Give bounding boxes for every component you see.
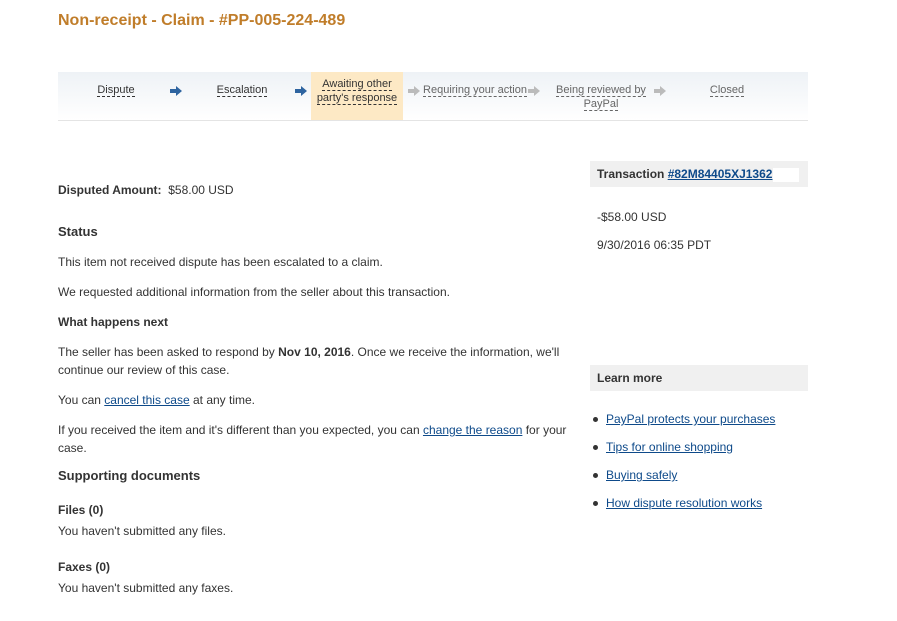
files-text: You haven't submitted any files.	[58, 524, 226, 538]
bullet-icon	[593, 473, 598, 479]
step-label: Being reviewed by PayPal	[556, 84, 646, 111]
bullet-icon	[593, 417, 598, 423]
step-label: Dispute	[97, 84, 135, 97]
learn-more-link[interactable]: Tips for online shopping	[606, 440, 733, 454]
next-pre: The seller has been asked to respond by	[58, 345, 279, 359]
bullet-icon	[593, 501, 598, 507]
faxes-text: You haven't submitted any faxes.	[58, 581, 234, 595]
what-happens-next-heading: What happens next	[58, 315, 169, 329]
transaction-header: Transaction #82M84405XJ1362	[590, 161, 808, 187]
disputed-amount-value: $58.00 USD	[168, 183, 234, 197]
arrow-right-icon	[528, 86, 540, 96]
learn-more-link[interactable]: Buying safely	[606, 468, 677, 482]
step-closed[interactable]: Closed	[698, 72, 756, 120]
faxes-label: Faxes (0)	[58, 560, 111, 574]
step-dispute[interactable]: Dispute	[76, 72, 156, 120]
transaction-label: Transaction	[597, 167, 668, 181]
transaction-amount: -$58.00 USD	[597, 210, 667, 224]
redacted-area	[773, 167, 800, 182]
step-awaiting-response[interactable]: Awaiting other party's response	[311, 72, 403, 120]
list-item: Tips for online shopping	[593, 438, 775, 466]
transaction-datetime: 9/30/2016 06:35 PDT	[597, 238, 712, 252]
step-escalation[interactable]: Escalation	[198, 72, 286, 120]
arrow-right-icon	[295, 86, 307, 96]
arrow-right-icon	[654, 86, 666, 96]
change-reason-text: If you received the item and it's differ…	[58, 421, 578, 457]
status-heading: Status	[58, 224, 98, 239]
change-reason-link[interactable]: change the reason	[423, 423, 522, 437]
arrow-right-icon	[408, 86, 420, 96]
learn-more-heading: Learn more	[597, 371, 663, 385]
response-deadline: Nov 10, 2016	[278, 345, 351, 359]
status-line-2: We requested additional information from…	[58, 285, 450, 299]
cancel-case-link[interactable]: cancel this case	[104, 393, 189, 407]
step-requiring-action[interactable]: Requiring your action	[422, 72, 528, 120]
bullet-icon	[593, 445, 598, 451]
step-label: Requiring your action	[423, 84, 527, 97]
page-title: Non-receipt - Claim - #PP-005-224-489	[58, 12, 346, 29]
cancel-text: You can cancel this case at any time.	[58, 391, 255, 409]
progress-tracker: Dispute Escalation Awaiting other party'…	[58, 72, 808, 121]
cancel-pre: You can	[58, 393, 105, 407]
disputed-amount-label: Disputed Amount:	[58, 183, 162, 197]
disputed-amount: Disputed Amount: $58.00 USD	[58, 183, 234, 197]
learn-more-header: Learn more	[590, 365, 808, 391]
list-item: Buying safely	[593, 466, 775, 494]
status-line-1: This item not received dispute has been …	[58, 255, 383, 269]
step-being-reviewed[interactable]: Being reviewed by PayPal	[548, 72, 654, 120]
list-item: PayPal protects your purchases	[593, 410, 775, 438]
cancel-post: at any time.	[189, 393, 256, 407]
step-label: Closed	[709, 84, 745, 97]
next-steps-text: The seller has been asked to respond by …	[58, 343, 578, 379]
transaction-id-link[interactable]: #82M84405XJ1362	[668, 167, 773, 181]
learn-more-link[interactable]: How dispute resolution works	[606, 496, 762, 510]
files-label: Files (0)	[58, 503, 104, 517]
learn-more-list: PayPal protects your purchases Tips for …	[593, 410, 775, 522]
list-item: How dispute resolution works	[593, 494, 775, 522]
change-pre: If you received the item and it's differ…	[58, 423, 423, 437]
step-label: Escalation	[216, 84, 268, 97]
supporting-documents-heading: Supporting documents	[58, 468, 201, 483]
learn-more-link[interactable]: PayPal protects your purchases	[606, 412, 775, 426]
arrow-right-icon	[170, 86, 182, 96]
step-label: Awaiting other party's response	[316, 78, 398, 105]
